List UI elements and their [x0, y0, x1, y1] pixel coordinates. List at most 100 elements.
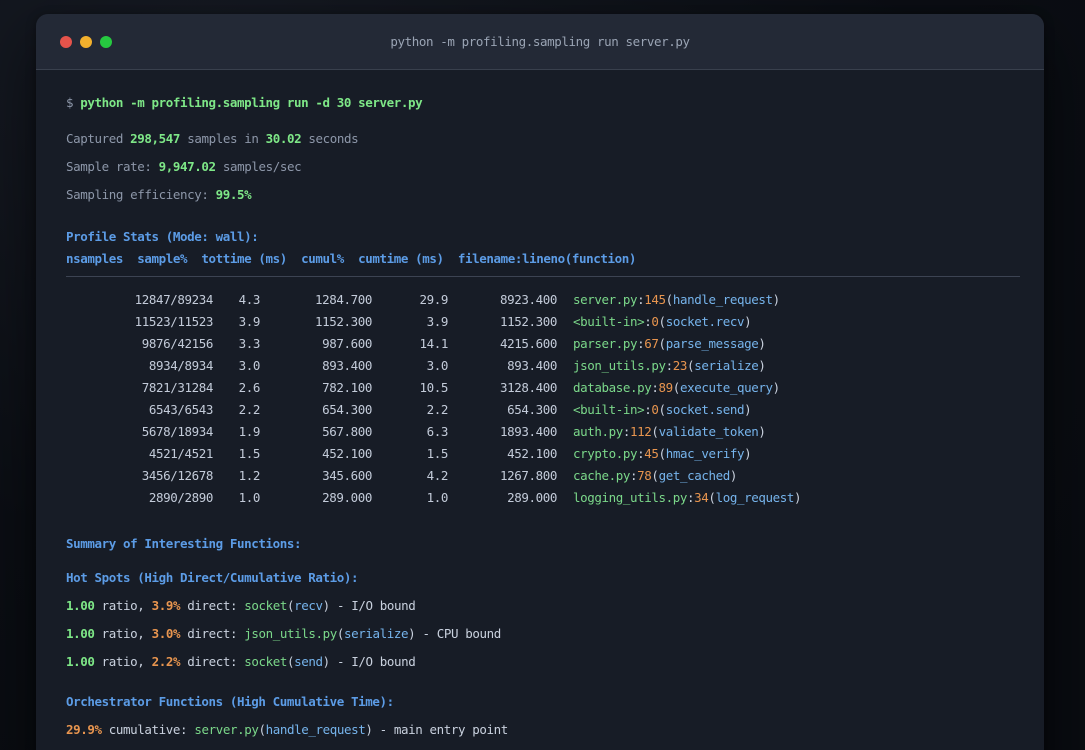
table-row: 6543/6543 2.2 654.300 2.2 654.300 <built-in>:…	[66, 399, 1020, 421]
sample-pct-cell: 2.6	[238, 380, 261, 395]
cumul-pct-cell: 3.0	[426, 358, 449, 373]
titlebar[interactable]: python -m profiling.sampling run server.…	[36, 14, 1044, 70]
table-row: 11523/11523 3.9 1152.300 3.9 1152.300 <built-…	[66, 311, 1020, 333]
captured-label: Captured	[66, 131, 124, 146]
hot-spot-note: - I/O bound	[336, 654, 416, 669]
function-cell: logging_utils.py:34(log_request)	[573, 490, 802, 505]
direct-pct-value: 3.9%	[151, 598, 181, 613]
close-button[interactable]	[60, 35, 72, 48]
orchestrators-title: Orchestrator Functions (High Cumulative …	[66, 694, 394, 709]
sample-rate-line: Sample rate: 9,947.02 samples/sec	[66, 156, 1020, 178]
nsamples-cell: 12847/89234	[134, 292, 214, 307]
ratio-value: 1.00	[66, 654, 95, 669]
function-cell: <built-in>:0(socket.recv)	[573, 314, 752, 329]
sample-rate-value: 9,947.02	[158, 159, 216, 174]
ratio-value: 1.00	[66, 598, 95, 613]
cumul-pct-cell: 1.0	[426, 490, 449, 505]
cumulative-pct-value: 29.9%	[66, 722, 102, 737]
function-cell: json_utils.py:23(serialize)	[573, 358, 766, 373]
cumtime-cell: 654.300	[507, 402, 557, 417]
tottime-cell: 1152.300	[314, 314, 372, 329]
hot-spot-note: - I/O bound	[336, 598, 416, 613]
cumtime-cell: 289.000	[507, 490, 557, 505]
summary-title: Summary of Interesting Functions:	[66, 536, 302, 551]
table-row: 5678/18934 1.9 567.800 6.3 1893.400 auth.py:1…	[66, 421, 1020, 443]
cumtime-cell: 4215.600	[499, 336, 557, 351]
captured-line: Captured 298,547 samples in 30.02 second…	[66, 128, 1020, 150]
command-text: python -m profiling.sampling run -d 30 s…	[80, 95, 423, 110]
maximize-button[interactable]	[100, 35, 112, 48]
direct-pct-value: 3.0%	[151, 626, 181, 641]
window-title: python -m profiling.sampling run server.…	[390, 34, 690, 49]
cumul-pct-cell: 29.9	[419, 292, 448, 307]
tottime-cell: 987.600	[322, 336, 372, 351]
table-row: 4521/4521 1.5 452.100 1.5 452.100 crypto.py:4…	[66, 443, 1020, 465]
hot-spot-line: 1.00 ratio, 2.2% direct: socket(send) - …	[66, 654, 416, 669]
terminal-content[interactable]: $ python -m profiling.sampling run -d 30…	[36, 70, 1044, 750]
tottime-cell: 345.600	[322, 468, 372, 483]
nsamples-cell: 5678/18934	[141, 424, 214, 439]
table-row: 8934/8934 3.0 893.400 3.0 893.400 json_utils.…	[66, 355, 1020, 377]
captured-seconds-value: 30.02	[265, 131, 302, 146]
sample-pct-cell: 1.2	[238, 468, 261, 483]
efficiency-line: Sampling efficiency: 99.5%	[66, 184, 1020, 206]
cumtime-cell: 452.100	[507, 446, 557, 461]
captured-suffix-label: seconds	[308, 131, 359, 146]
table-row: 12847/89234 4.3 1284.700 29.9 8923.400 server…	[66, 289, 1020, 311]
hot-spot-line: 1.00 ratio, 3.0% direct: json_utils.py(s…	[66, 626, 501, 641]
terminal-window: python -m profiling.sampling run server.…	[36, 14, 1044, 750]
tottime-cell: 782.100	[322, 380, 372, 395]
hot-spot-note: - CPU bound	[422, 626, 501, 641]
tottime-cell: 893.400	[322, 358, 372, 373]
nsamples-cell: 2890/2890	[148, 490, 214, 505]
tottime-cell: 289.000	[322, 490, 372, 505]
function-cell: <built-in>:0(socket.send)	[573, 402, 752, 417]
sample-pct-cell: 3.0	[238, 358, 261, 373]
command-line: $ python -m profiling.sampling run -d 30…	[66, 92, 1020, 114]
cumul-pct-cell: 14.1	[419, 336, 448, 351]
tottime-cell: 654.300	[322, 402, 372, 417]
shell-prompt: $	[66, 95, 74, 110]
sample-pct-cell: 1.9	[238, 424, 261, 439]
table-header: nsamples sample% tottime (ms) cumul% cum…	[66, 251, 637, 266]
sample-rate-label: Sample rate:	[66, 159, 152, 174]
table-row: 7821/31284 2.6 782.100 10.5 3128.400 database…	[66, 377, 1020, 399]
ratio-value: 1.00	[66, 626, 95, 641]
orchestrator-note: - main entry point	[379, 722, 509, 737]
captured-samples-value: 298,547	[130, 131, 181, 146]
cumul-pct-cell: 2.2	[426, 402, 449, 417]
nsamples-cell: 11523/11523	[134, 314, 214, 329]
cumtime-cell: 893.400	[507, 358, 557, 373]
cumtime-cell: 1152.300	[499, 314, 557, 329]
efficiency-value: 99.5%	[215, 187, 252, 202]
tottime-cell: 567.800	[322, 424, 372, 439]
sample-pct-cell: 1.5	[238, 446, 261, 461]
hot-spot-line: 1.00 ratio, 3.9% direct: socket(recv) - …	[66, 598, 416, 613]
function-cell: crypto.py:45(hmac_verify)	[573, 446, 752, 461]
sample-pct-cell: 3.3	[238, 336, 261, 351]
table-row: 3456/12678 1.2 345.600 4.2 1267.800 cache.py:…	[66, 465, 1020, 487]
captured-mid-label: samples in	[187, 131, 259, 146]
sample-pct-cell: 4.3	[238, 292, 261, 307]
nsamples-cell: 3456/12678	[141, 468, 214, 483]
sample-rate-unit: samples/sec	[222, 159, 302, 174]
hot-spots-title: Hot Spots (High Direct/Cumulative Ratio)…	[66, 570, 359, 585]
minimize-button[interactable]	[80, 35, 92, 48]
sample-pct-cell: 3.9	[238, 314, 261, 329]
nsamples-cell: 4521/4521	[148, 446, 214, 461]
efficiency-label: Sampling efficiency:	[66, 187, 209, 202]
table-row: 9876/42156 3.3 987.600 14.1 4215.600 parser.p…	[66, 333, 1020, 355]
cumul-pct-cell: 6.3	[426, 424, 449, 439]
cumtime-cell: 8923.400	[499, 292, 557, 307]
function-cell: parser.py:67(parse_message)	[573, 336, 766, 351]
function-cell: cache.py:78(get_cached)	[573, 468, 737, 483]
direct-pct-value: 2.2%	[151, 654, 181, 669]
function-cell: database.py:89(execute_query)	[573, 380, 780, 395]
nsamples-cell: 6543/6543	[148, 402, 214, 417]
cumtime-cell: 3128.400	[499, 380, 557, 395]
table-row: 2890/2890 1.0 289.000 1.0 289.000 logging_uti…	[66, 487, 1020, 509]
nsamples-cell: 9876/42156	[141, 336, 214, 351]
cumtime-cell: 1893.400	[499, 424, 557, 439]
cumul-pct-cell: 1.5	[426, 446, 449, 461]
function-cell: auth.py:112(validate_token)	[573, 424, 766, 439]
